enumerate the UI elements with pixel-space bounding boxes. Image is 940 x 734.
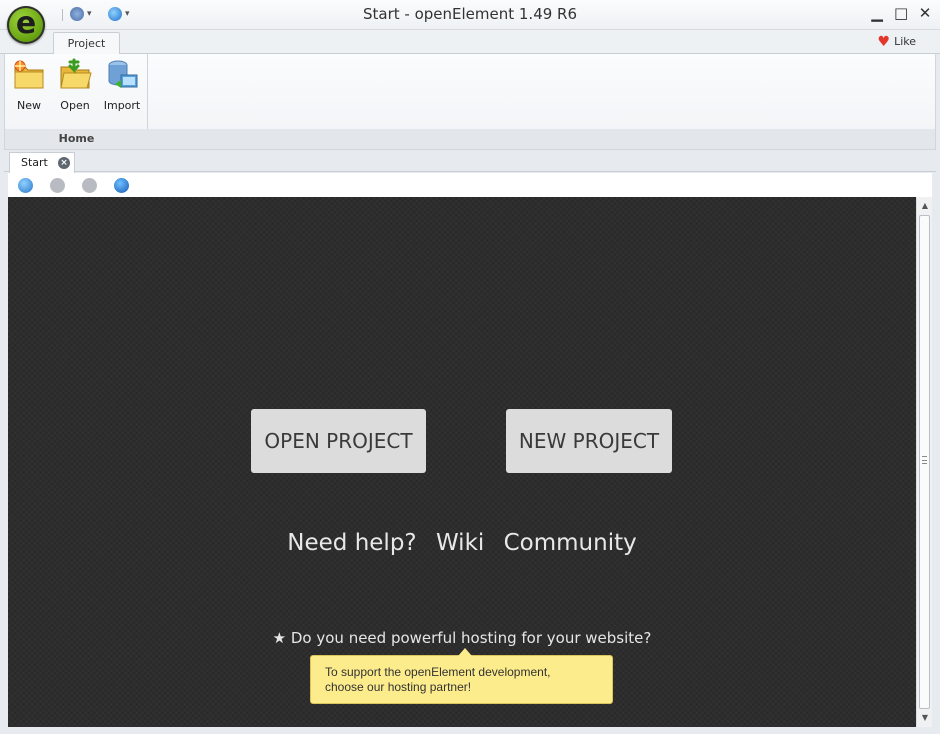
window-bottom-border: [0, 727, 940, 734]
tooltip-line-1: To support the openElement development,: [325, 665, 551, 679]
app-logo-letter: e: [15, 6, 37, 41]
new-button-label: New: [17, 99, 41, 112]
community-link[interactable]: Community: [504, 530, 637, 556]
close-button[interactable]: ✕: [918, 4, 932, 22]
help-prefix-text: Need help?: [287, 530, 417, 556]
tab-project[interactable]: Project: [53, 32, 120, 55]
scrollbar-grip-icon: [922, 456, 927, 464]
document-tab-strip: Start ×: [4, 150, 936, 173]
ribbon-group-label: Home: [5, 129, 148, 149]
open-project-button[interactable]: OPEN PROJECT: [251, 409, 426, 473]
ribbon-tab-row: Project ♥ Like: [0, 30, 940, 55]
open-button-label: Open: [60, 99, 90, 112]
title-bar: e ▾ ▾ Start - openElement 1.49 R6 ▁ □ ✕: [0, 0, 940, 44]
maximize-button[interactable]: □: [894, 4, 908, 22]
scroll-up-arrow-icon[interactable]: ▲: [917, 199, 933, 213]
open-button[interactable]: Open: [55, 58, 95, 112]
tab-close-icon[interactable]: ×: [58, 157, 70, 169]
ribbon-footer-fill: [148, 129, 935, 149]
new-button[interactable]: New: [9, 58, 49, 112]
scroll-down-arrow-icon[interactable]: ▼: [917, 711, 933, 725]
help-links: Need help? Wiki Community: [8, 530, 916, 556]
open-folder-icon: [58, 58, 92, 92]
hosting-link[interactable]: ★ Do you need powerful hosting for your …: [8, 629, 916, 647]
scrollbar-thumb[interactable]: [919, 215, 930, 709]
import-database-icon: [105, 58, 139, 92]
start-page: OPEN PROJECT NEW PROJECT Need help? Wiki…: [8, 197, 916, 727]
refresh-icon[interactable]: [114, 178, 129, 193]
tab-start[interactable]: Start ×: [9, 152, 75, 173]
minimize-button[interactable]: ▁: [870, 4, 884, 22]
window-title: Start - openElement 1.49 R6: [362, 5, 578, 23]
like-label: Like: [894, 35, 916, 48]
tooltip-line-2: choose our hosting partner!: [325, 680, 472, 694]
back-icon[interactable]: [50, 178, 65, 193]
vertical-scrollbar[interactable]: ▲ ▼: [916, 197, 932, 727]
forward-icon[interactable]: [82, 178, 97, 193]
app-menu-button[interactable]: e: [7, 6, 45, 44]
ribbon-panel: New Open Import Home: [4, 54, 936, 150]
new-project-button[interactable]: NEW PROJECT: [506, 409, 672, 473]
new-folder-icon: [12, 58, 46, 92]
wiki-link[interactable]: Wiki: [436, 530, 484, 556]
browser-nav-toolbar: [8, 173, 932, 197]
like-button[interactable]: ♥ Like: [877, 33, 917, 50]
home-icon[interactable]: [18, 178, 33, 193]
tab-start-label: Start: [21, 156, 48, 169]
heart-icon: ♥: [877, 33, 891, 50]
hosting-tooltip: To support the openElement development, …: [310, 648, 613, 704]
import-button[interactable]: Import: [102, 58, 142, 112]
import-button-label: Import: [103, 99, 141, 112]
ribbon-group-home: New Open Import Home: [5, 54, 148, 149]
